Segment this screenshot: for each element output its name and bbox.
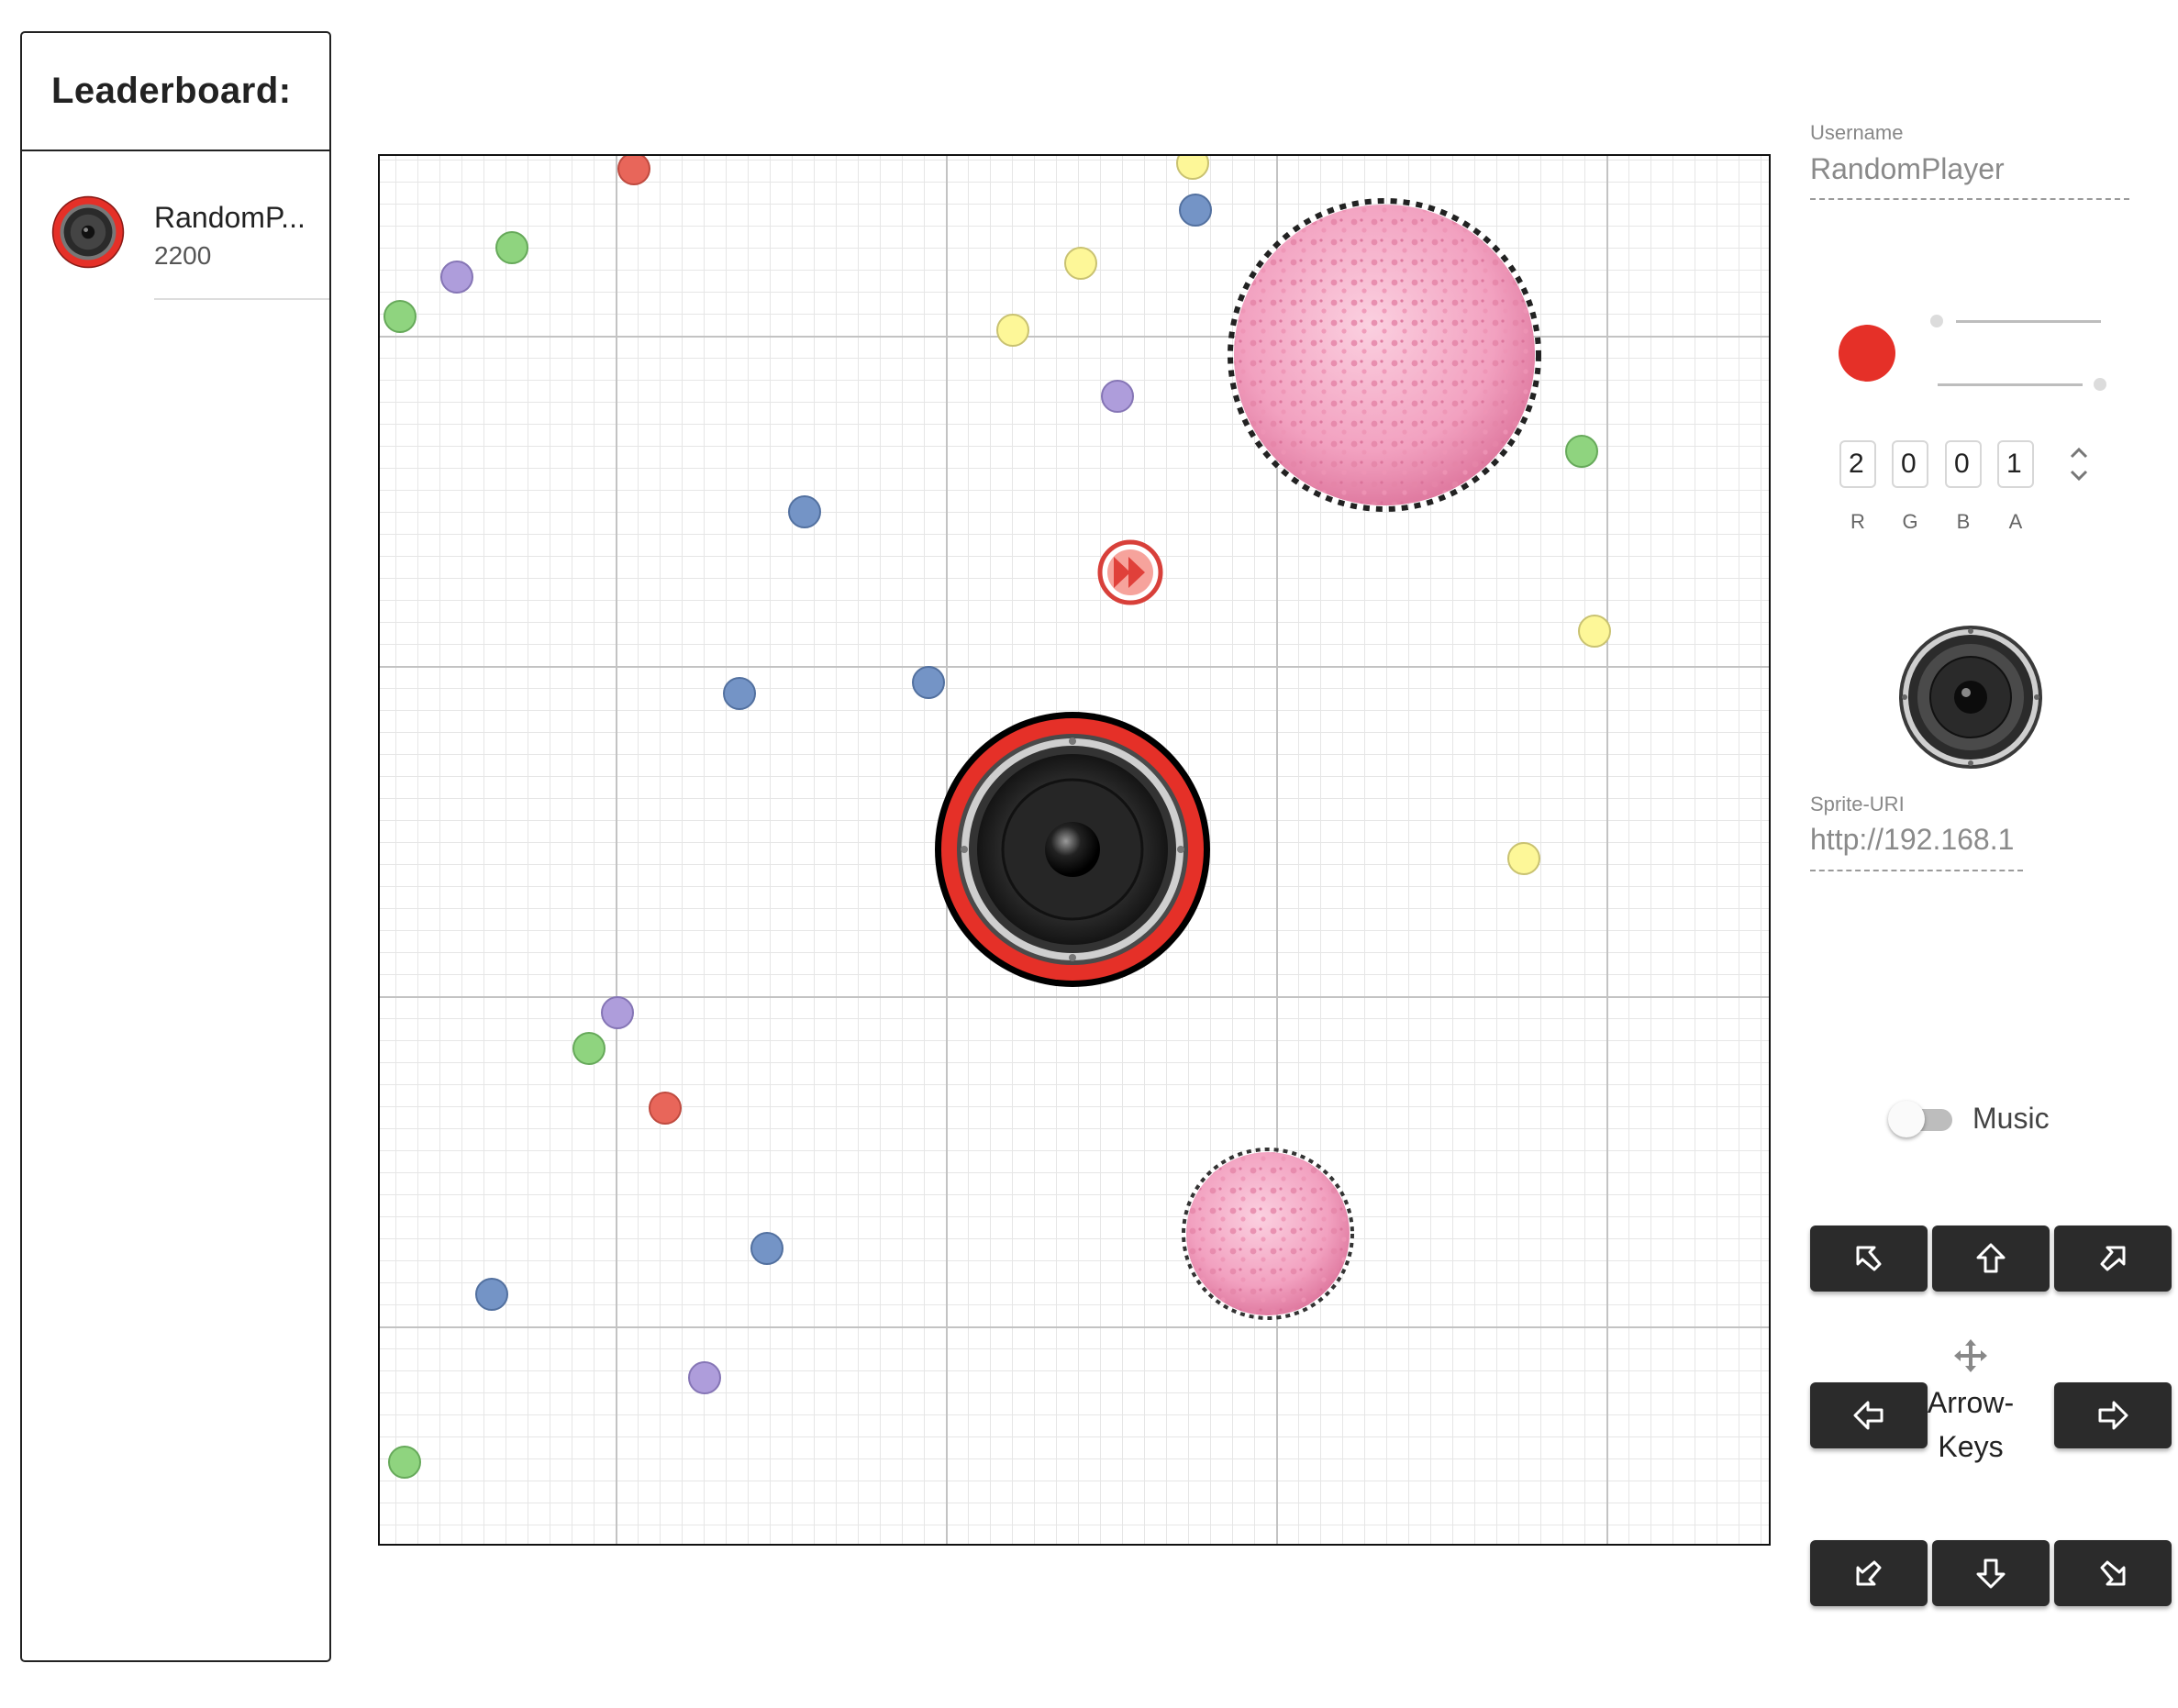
color-g-label: G	[1902, 510, 1918, 533]
leaderboard-divider	[154, 298, 329, 300]
game-canvas	[383, 156, 1611, 1479]
arrow-up-icon	[1976, 1243, 2006, 1273]
food-pellet-blue	[912, 666, 945, 699]
food-pellet-purple	[1101, 380, 1134, 413]
arrow-keys-label: Arrow- Keys	[1925, 1381, 2017, 1469]
food-pellet-green	[572, 1032, 606, 1065]
move-down-button[interactable]	[1932, 1540, 2050, 1606]
sprite-uri-label: Sprite-URI	[1810, 793, 1905, 815]
food-pellet-green	[495, 231, 528, 264]
color-mode-spinner-icon[interactable]	[2068, 444, 2090, 484]
move-up-button[interactable]	[1932, 1226, 2050, 1292]
game-board[interactable]	[378, 154, 1771, 1546]
virus-small	[1182, 1148, 1354, 1320]
music-toggle-knob	[1888, 1101, 1925, 1137]
color-b-label: B	[1956, 510, 1971, 533]
arrow-up-right-icon	[2100, 1246, 2126, 1271]
color-slider-2-thumb[interactable]	[2094, 378, 2106, 391]
arrow-keys-label-line2: Keys	[1938, 1430, 2004, 1463]
leaderboard-title: Leaderboard:	[22, 33, 329, 151]
music-toggle[interactable]	[1888, 1101, 1958, 1137]
food-pellet-blue	[750, 1232, 783, 1265]
leaderboard-panel: Leaderboard: RandomP... 2200	[20, 31, 331, 1662]
food-pellet-red	[617, 156, 650, 185]
player-cell	[935, 712, 1210, 987]
username-underline	[1810, 198, 2129, 200]
color-g-input[interactable]: 0	[1892, 440, 1928, 488]
food-pellet-purple	[688, 1361, 721, 1394]
move-left-button[interactable]	[1810, 1382, 1928, 1448]
color-a-input[interactable]: 1	[1997, 440, 2034, 488]
food-pellet-blue	[723, 677, 756, 710]
food-pellet-green	[383, 300, 417, 333]
sprite-uri-input[interactable]: http://192.168.1	[1810, 823, 2023, 857]
food-pellet-red	[649, 1092, 682, 1125]
virus-large	[1228, 198, 1541, 512]
food-pellet-green	[388, 1446, 421, 1479]
arrow-left-icon	[1853, 1401, 1884, 1430]
arrow-up-left-icon	[1856, 1246, 1882, 1271]
food-pellet-yellow	[1176, 156, 1209, 180]
leaderboard-entry: RandomP... 2200	[22, 151, 329, 300]
food-pellet-yellow	[1578, 615, 1611, 648]
fast-forward-icon	[1097, 539, 1163, 605]
username-label: Username	[1810, 121, 1904, 144]
sprite-preview-image	[1899, 626, 2042, 769]
move-down-right-button[interactable]	[2054, 1540, 2172, 1606]
color-r-label: R	[1850, 510, 1865, 533]
color-preview-swatch[interactable]	[1839, 325, 1895, 382]
music-label: Music	[1972, 1102, 2050, 1135]
color-slider-1-thumb[interactable]	[1930, 315, 1943, 327]
food-pellet-green	[1565, 435, 1598, 468]
food-pellet-blue	[475, 1278, 508, 1311]
move-down-left-button[interactable]	[1810, 1540, 1928, 1606]
color-slider-1[interactable]	[1956, 320, 2101, 323]
food-pellet-blue	[788, 495, 821, 528]
username-input[interactable]: RandomPlayer	[1810, 152, 2129, 186]
food-pellet-purple	[440, 261, 473, 294]
color-slider-2[interactable]	[1938, 383, 2083, 386]
leaderboard-entry-score: 2200	[154, 241, 212, 270]
color-b-input[interactable]: 0	[1945, 440, 1982, 488]
move-up-left-button[interactable]	[1810, 1226, 1928, 1292]
food-pellet-yellow	[1507, 842, 1540, 875]
food-pellet-purple	[601, 996, 634, 1029]
move-right-button[interactable]	[2054, 1382, 2172, 1448]
color-r-input[interactable]: 2	[1839, 440, 1876, 488]
move-up-right-button[interactable]	[2054, 1226, 2172, 1292]
player-avatar	[51, 195, 125, 269]
food-pellet-yellow	[1064, 247, 1097, 280]
leaderboard-entry-name: RandomP...	[154, 201, 306, 234]
arrow-keys-label-line1: Arrow-	[1927, 1386, 2015, 1419]
food-pellet-yellow	[996, 314, 1029, 347]
arrow-down-icon	[1976, 1558, 2006, 1589]
arrow-down-right-icon	[2100, 1560, 2126, 1586]
color-a-label: A	[2008, 510, 2023, 533]
sprite-uri-underline	[1810, 870, 2023, 871]
food-pellet-blue	[1179, 194, 1212, 227]
arrow-right-icon	[2098, 1401, 2128, 1430]
move-arrows-icon	[1954, 1339, 1987, 1372]
arrow-down-left-icon	[1856, 1560, 1882, 1586]
